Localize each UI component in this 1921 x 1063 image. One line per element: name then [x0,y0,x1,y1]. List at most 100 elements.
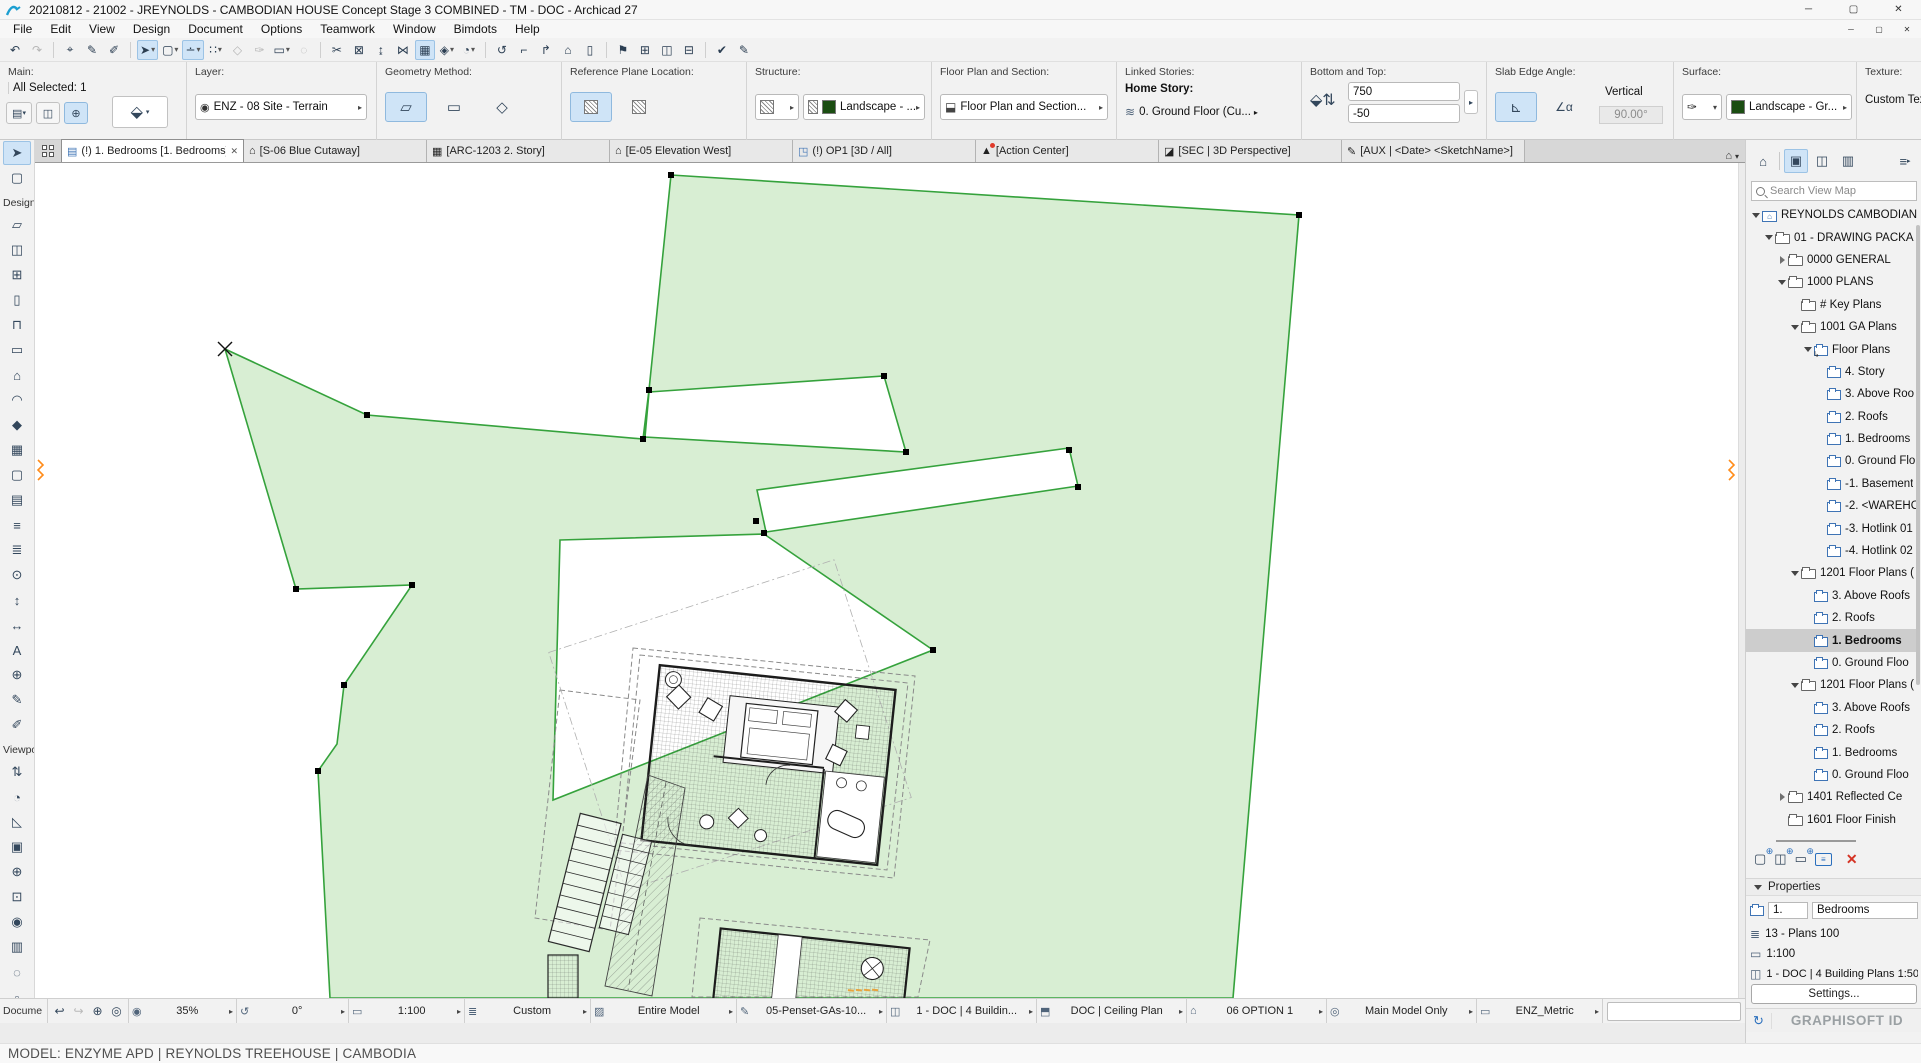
morph-tool[interactable]: ◆ [3,413,31,437]
tree-expand-icon[interactable] [1776,256,1788,264]
new-viewpoint-button[interactable]: ▢⊕ [1754,851,1766,867]
rotate-button[interactable]: ↺ [492,40,512,60]
tree-item[interactable]: 0. Ground Floo [1746,764,1917,786]
segment-caret-icon[interactable]: ▸ [583,1007,587,1016]
publisher-mode-button[interactable]: ▥ [1836,149,1860,173]
pick-up-parameters-button[interactable]: ⌖ [60,40,80,60]
dropdown-caret-icon[interactable]: ▾ [218,45,222,54]
trim-button[interactable]: ✂ [327,40,347,60]
segment-caret-icon[interactable]: ▸ [879,1007,883,1016]
close-tab-icon[interactable]: ✕ [226,146,238,157]
marker-tool[interactable]: ◌ [3,960,31,984]
layout-book-mode-button[interactable]: ◫ [1810,149,1834,173]
tree-item[interactable]: -4. Hotlink 02 [1746,540,1917,562]
tree-item[interactable]: 0000 GENERAL [1746,249,1917,271]
tree-expand-icon[interactable] [1789,567,1801,580]
tree-item[interactable]: 1001 GA Plans [1746,316,1917,338]
tree-item[interactable]: 2. Roofs [1746,607,1917,629]
tree-expand-icon[interactable] [1789,321,1801,334]
tree-item[interactable]: 1201 Floor Plans ( [1746,562,1917,584]
check-model-button[interactable]: ✔ [712,40,732,60]
segment-caret-icon[interactable]: ▸ [229,1007,233,1016]
layer-combination-row[interactable]: ≣ 13 - Plans 100 [1750,924,1918,944]
structure-fill-dropdown[interactable]: ▸ [755,94,799,120]
pen-set-control[interactable]: ✎05-Penset-GAs-10...▸ [737,999,887,1023]
geometry-rotated-rectangle-button[interactable]: ◇ [481,92,523,122]
menu-bimdots[interactable]: Bimdots [445,21,506,37]
tree-expand-icon[interactable] [1776,793,1788,801]
graphic-override-control[interactable]: ⬒DOC | Ceiling Plan▸ [1037,999,1187,1023]
menu-document[interactable]: Document [179,21,252,37]
dropdown-caret-icon[interactable]: ▾ [450,45,454,54]
tree-item[interactable]: -1. Basement [1746,473,1917,495]
search-input[interactable]: Search View Map [1751,181,1917,201]
door-tool[interactable]: ◫ [3,238,31,262]
fit-in-window-button[interactable]: ◎ [107,1004,126,1018]
bottom-top-expand-button[interactable]: ▸ [1464,90,1478,114]
mesh-default-settings-button[interactable]: ▤▾ [6,102,32,124]
home-story-dropdown[interactable]: ≋ 0. Ground Floor (Cu... ▸ [1125,102,1295,122]
frame-selection-button[interactable]: ▭▾ [272,40,292,60]
new-folder-button[interactable]: ▭⊕ [1795,851,1807,867]
favorites-button[interactable]: ⊕ [64,102,88,124]
shell-tool[interactable]: ◠ [3,388,31,412]
refplane-top-button[interactable] [570,92,612,122]
refresh-icon[interactable]: ↻ [1746,1013,1772,1029]
tree-item[interactable]: 1. Bedrooms [1746,428,1917,450]
canvas-panel-splitter[interactable] [1738,163,1745,998]
mesh-tool[interactable]: ▦ [3,438,31,462]
mesh-settings-button[interactable]: ⬙▾ [112,96,168,128]
segment-caret-icon[interactable]: ▸ [1319,1007,1323,1016]
status-quick-input[interactable] [1607,1002,1741,1021]
tree-item[interactable]: 2. Roofs [1746,719,1917,741]
tab-1[interactable]: ▤(!) 1. Bedrooms [1. Bedrooms]✕ [61,139,244,162]
scale-row[interactable]: ▭ 1:100 [1750,944,1918,964]
segment-caret-icon[interactable]: ▸ [1469,1007,1473,1016]
tree-item[interactable]: 1201 Floor Plans ( [1746,674,1917,696]
renovation-filter-control[interactable]: ⌂06 OPTION 1▸ [1187,999,1327,1023]
menu-design[interactable]: Design [124,21,179,37]
edge-vertical-button[interactable]: ⊾ [1495,92,1537,122]
doc-restore-button[interactable]: ▢ [1865,20,1893,38]
railing-tool[interactable]: ≣ [3,538,31,562]
selection-mode-button[interactable]: ◫ [36,102,60,124]
object-tool[interactable]: ⊙ [3,563,31,587]
dropdown-caret-icon[interactable]: ▾ [151,45,155,54]
quick-layout-grid-icon[interactable] [35,140,61,162]
floor-plan-display-dropdown[interactable]: ⬓ Floor Plan and Section... ▸ [940,94,1108,120]
zoom-in-button[interactable]: ⊕ [88,1004,107,1018]
view-id-input[interactable]: 1. [1768,902,1808,919]
elevation-tool[interactable]: ◔ [3,785,31,809]
segment-caret-icon[interactable]: ▸ [729,1007,733,1016]
tree-item-selected[interactable]: 1. Bedrooms [1746,629,1917,651]
segment-caret-icon[interactable]: ▸ [1029,1007,1033,1016]
surface-paint-dropdown[interactable]: ✑ ▾ [1682,94,1722,120]
tab-overflow-house-icon[interactable]: ⌂ [1725,150,1732,162]
tree-item[interactable]: 3. Above Roofs [1746,585,1917,607]
tree-item[interactable]: 4. Story [1746,361,1917,383]
marquee-tool[interactable]: ▢ [3,166,31,190]
adjust-button[interactable]: ⊠ [349,40,369,60]
flag-marker-button[interactable]: ⚑ [613,40,633,60]
tree-item[interactable]: Floor Plans [1746,338,1917,360]
refplane-bottom-button[interactable] [618,92,660,122]
design-options-control[interactable]: ◎Main Model Only▸ [1327,999,1477,1023]
split-button[interactable]: ↨ [371,40,391,60]
label-tool[interactable]: ⊕ [3,663,31,687]
tree-item[interactable]: ⌂REYNOLDS CAMBODIAN [1746,204,1917,226]
layer-dropdown[interactable]: ◉ ENZ - 08 Site - Terrain ▸ [195,94,367,120]
marquee-tool-button[interactable]: ▢▾ [160,40,180,60]
tree-scrollbar[interactable] [1916,225,1920,685]
tree-expand-icon[interactable] [1789,679,1801,692]
project-chooser-icon[interactable]: ⌂ [1751,149,1775,173]
text-tool[interactable]: A [3,638,31,662]
tree-item[interactable]: 0. Ground Floo [1746,652,1917,674]
menu-options[interactable]: Options [252,21,311,37]
tree-item[interactable]: -3. Hotlink 01 [1746,517,1917,539]
tab-2[interactable]: ⌂[S-06 Blue Cutaway] [244,140,427,162]
doc-minimize-button[interactable]: ─ [1837,20,1865,38]
offset-button[interactable]: ↱ [536,40,556,60]
layer-combination-control[interactable]: ≣Custom▸ [465,999,591,1023]
copy-settings-button[interactable]: ◫ [657,40,677,60]
clone-folder-button[interactable]: ◫⊕ [1774,851,1786,867]
